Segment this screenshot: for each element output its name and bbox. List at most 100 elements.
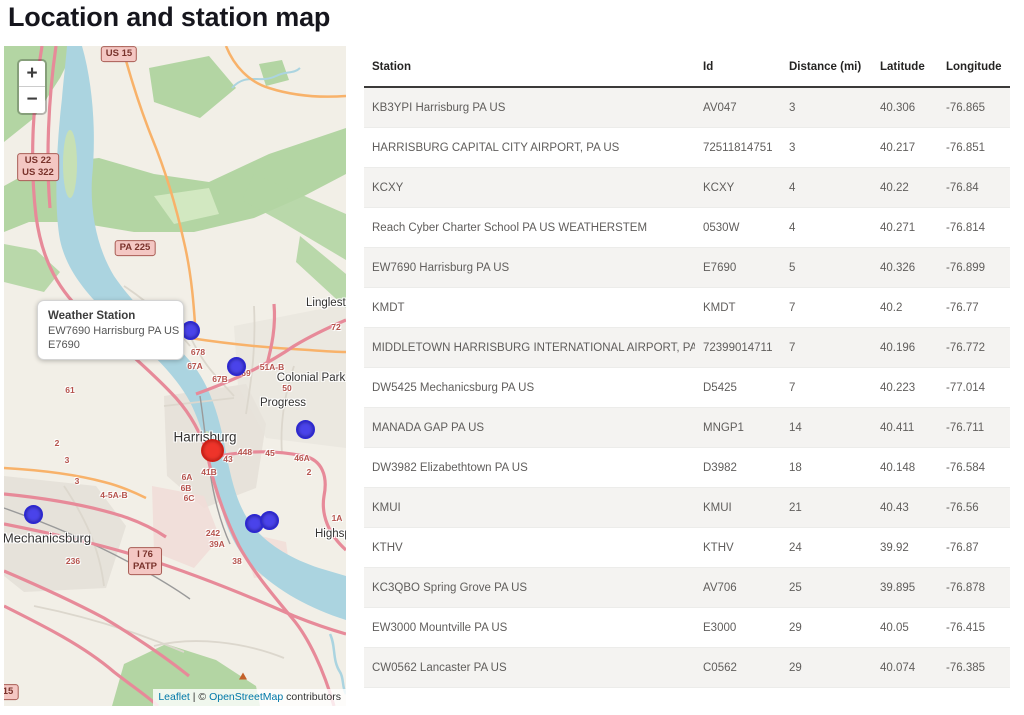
table-row[interactable]: KC3QBO Spring Grove PA USAV7062539.895-7…	[364, 568, 1010, 608]
cell-distance: 18	[781, 462, 872, 474]
cell-latitude: 40.22	[872, 182, 938, 194]
cell-id: KCXY	[695, 182, 781, 194]
cell-distance: 7	[781, 382, 872, 394]
cell-id: E7690	[695, 262, 781, 274]
leaflet-link[interactable]: Leaflet	[158, 691, 190, 703]
cell-station: DW3982 Elizabethtown PA US	[364, 462, 695, 474]
table-body: KB3YPI Harrisburg PA USAV047340.306-76.8…	[364, 88, 1010, 688]
cell-distance: 24	[781, 542, 872, 554]
cell-longitude: -76.584	[938, 462, 1010, 474]
cell-station: KC3QBO Spring Grove PA US	[364, 582, 695, 594]
cell-latitude: 40.074	[872, 662, 938, 674]
cell-station: HARRISBURG CAPITAL CITY AIRPORT, PA US	[364, 142, 695, 154]
cell-longitude: -76.772	[938, 342, 1010, 354]
cell-station: KTHV	[364, 542, 695, 554]
cell-longitude: -77.014	[938, 382, 1010, 394]
tooltip-title: Weather Station	[48, 310, 175, 322]
cell-distance: 29	[781, 622, 872, 634]
cell-latitude: 40.05	[872, 622, 938, 634]
table-row[interactable]: Reach Cyber Charter School PA US WEATHER…	[364, 208, 1010, 248]
cell-station: MIDDLETOWN HARRISBURG INTERNATIONAL AIRP…	[364, 342, 695, 354]
cell-distance: 7	[781, 302, 872, 314]
table-row[interactable]: KB3YPI Harrisburg PA USAV047340.306-76.8…	[364, 88, 1010, 128]
zoom-in-button[interactable]: +	[19, 61, 45, 87]
cell-longitude: -76.84	[938, 182, 1010, 194]
cell-id: D3982	[695, 462, 781, 474]
attribution-suffix: contributors	[283, 691, 341, 703]
cell-longitude: -76.415	[938, 622, 1010, 634]
column-header-longitude[interactable]: Longitude	[938, 61, 1010, 73]
station-marker-blue[interactable]	[260, 511, 279, 530]
cell-latitude: 40.326	[872, 262, 938, 274]
station-marker-blue[interactable]	[24, 505, 43, 524]
cell-distance: 3	[781, 102, 872, 114]
cell-distance: 7	[781, 342, 872, 354]
leaflet-map[interactable]: HarrisburgMechanicsburgLinglestownColoni…	[4, 46, 346, 706]
cell-latitude: 40.43	[872, 502, 938, 514]
cell-station: Reach Cyber Charter School PA US WEATHER…	[364, 222, 695, 234]
cell-id: 72399014711	[695, 342, 781, 354]
table-row[interactable]: CW0562 Lancaster PA USC05622940.074-76.3…	[364, 648, 1010, 688]
table-row[interactable]: EW7690 Harrisburg PA USE7690540.326-76.8…	[364, 248, 1010, 288]
basemap-tiles	[4, 46, 346, 706]
cell-distance: 4	[781, 222, 872, 234]
cell-longitude: -76.385	[938, 662, 1010, 674]
cell-station: MANADA GAP PA US	[364, 422, 695, 434]
table-row[interactable]: DW5425 Mechanicsburg PA USD5425740.223-7…	[364, 368, 1010, 408]
cell-id: KMDT	[695, 302, 781, 314]
cell-station: EW3000 Mountville PA US	[364, 622, 695, 634]
attribution-copyright: ©	[198, 691, 209, 703]
station-marker-blue[interactable]	[296, 420, 315, 439]
table-row[interactable]: KCXYKCXY440.22-76.84	[364, 168, 1010, 208]
cell-id: KMUI	[695, 502, 781, 514]
zoom-out-button[interactable]: −	[19, 87, 45, 113]
cell-longitude: -76.899	[938, 262, 1010, 274]
openstreetmap-link[interactable]: OpenStreetMap	[209, 691, 283, 703]
cell-distance: 25	[781, 582, 872, 594]
cell-distance: 5	[781, 262, 872, 274]
table-row[interactable]: EW3000 Mountville PA USE30002940.05-76.4…	[364, 608, 1010, 648]
table-row[interactable]: MIDDLETOWN HARRISBURG INTERNATIONAL AIRP…	[364, 328, 1010, 368]
table-row[interactable]: MANADA GAP PA USMNGP11440.411-76.711	[364, 408, 1010, 448]
cell-latitude: 40.217	[872, 142, 938, 154]
cell-latitude: 40.2	[872, 302, 938, 314]
cell-station: DW5425 Mechanicsburg PA US	[364, 382, 695, 394]
column-header-distance[interactable]: Distance (mi)	[781, 61, 872, 73]
cell-station: KB3YPI Harrisburg PA US	[364, 102, 695, 114]
cell-id: 72511814751	[695, 142, 781, 154]
table-row[interactable]: HARRISBURG CAPITAL CITY AIRPORT, PA US72…	[364, 128, 1010, 168]
table-row[interactable]: KTHVKTHV2439.92-76.87	[364, 528, 1010, 568]
tooltip-station: EW7690 Harrisburg PA US	[48, 325, 175, 337]
table-header: StationIdDistance (mi)LatitudeLongitude	[364, 48, 1010, 88]
cell-distance: 14	[781, 422, 872, 434]
table-row[interactable]: DW3982 Elizabethtown PA USD39821840.148-…	[364, 448, 1010, 488]
cell-latitude: 40.148	[872, 462, 938, 474]
cell-latitude: 40.223	[872, 382, 938, 394]
station-marker-blue[interactable]	[227, 357, 246, 376]
cell-distance: 4	[781, 182, 872, 194]
cell-id: MNGP1	[695, 422, 781, 434]
cell-latitude: 40.411	[872, 422, 938, 434]
column-header-id[interactable]: Id	[695, 61, 781, 73]
page-title: Location and station map	[8, 2, 330, 33]
cell-latitude: 40.306	[872, 102, 938, 114]
table-row[interactable]: KMUIKMUI2140.43-76.56	[364, 488, 1010, 528]
cell-distance: 3	[781, 142, 872, 154]
cell-station: KMUI	[364, 502, 695, 514]
cell-id: C0562	[695, 662, 781, 674]
cell-id: D5425	[695, 382, 781, 394]
column-header-latitude[interactable]: Latitude	[872, 61, 938, 73]
cell-station: KCXY	[364, 182, 695, 194]
cell-id: 0530W	[695, 222, 781, 234]
cell-station: EW7690 Harrisburg PA US	[364, 262, 695, 274]
column-header-station[interactable]: Station	[364, 61, 695, 73]
cell-station: KMDT	[364, 302, 695, 314]
cell-distance: 29	[781, 662, 872, 674]
station-tooltip: Weather Station EW7690 Harrisburg PA US …	[37, 300, 184, 360]
peak-icon	[239, 673, 247, 680]
cell-latitude: 40.271	[872, 222, 938, 234]
station-marker-red-selected[interactable]	[201, 439, 224, 462]
table-row[interactable]: KMDTKMDT740.2-76.77	[364, 288, 1010, 328]
cell-id: E3000	[695, 622, 781, 634]
map-attribution: Leaflet | © OpenStreetMap contributors	[153, 689, 346, 706]
